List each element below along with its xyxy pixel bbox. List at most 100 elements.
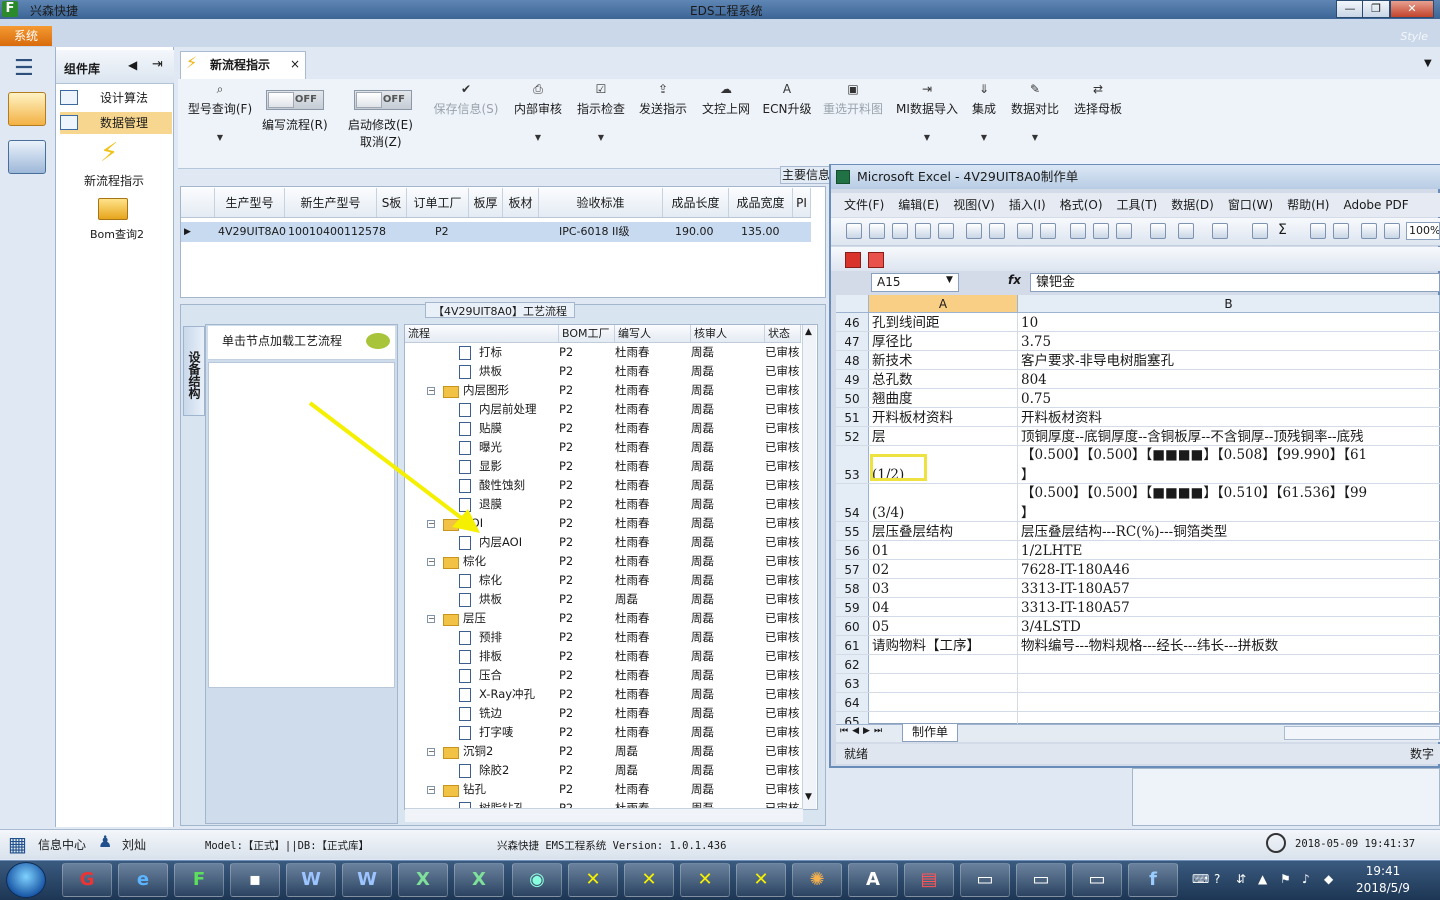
taskbar-excel-icon[interactable]: X: [398, 863, 448, 897]
cell-b[interactable]: 层压叠层结构---RC(%)---铜箔类型: [1018, 522, 1440, 540]
taskbar-excel-doc-icon[interactable]: ✕: [680, 863, 730, 897]
model-query-button[interactable]: ⌕ 型号查询(F) ▼: [184, 82, 256, 152]
format-painter-icon[interactable]: [1150, 223, 1166, 239]
tree-row[interactable]: X-Ray冲孔 P2 杜雨春 周磊 已审核: [405, 685, 801, 704]
cell-a[interactable]: 层: [869, 427, 1018, 445]
close-window-button[interactable]: ✕: [1390, 0, 1434, 18]
integrate-button[interactable]: ⇓ 集成 ▼: [966, 82, 1002, 152]
cell-b[interactable]: 开料板材资料: [1018, 408, 1440, 426]
select-master-button[interactable]: ⇄ 选择母板: [1070, 82, 1126, 152]
tree-col-bom-factory[interactable]: BOM工厂: [559, 325, 615, 342]
sheet-tab[interactable]: 制作单: [902, 724, 958, 742]
save-icon[interactable]: [892, 223, 908, 239]
cell-a[interactable]: 总孔数: [869, 370, 1018, 388]
mi-import-button[interactable]: ⇥ MI数据导入 ▼: [894, 82, 960, 152]
grid-col-header[interactable]: 订单工厂: [407, 188, 469, 217]
reselect-cut-map-button[interactable]: ▣ 重选开料图: [820, 82, 886, 152]
row-number[interactable]: 63: [836, 674, 869, 692]
sheet-nav-icon[interactable]: ⏮◀▶⏭: [840, 726, 886, 736]
pdf-email-icon[interactable]: [868, 252, 884, 268]
windows-grid-icon[interactable]: ▦: [8, 832, 27, 856]
scroll-down-icon[interactable]: ▼: [805, 792, 812, 802]
column-header-a[interactable]: A: [869, 295, 1018, 312]
tree-row[interactable]: − 棕化 P2 杜雨春 周磊 已审核: [405, 552, 801, 571]
cell-a[interactable]: 孔到线间距: [869, 313, 1018, 331]
cell-a[interactable]: (3/4): [869, 484, 1018, 521]
main-info-badge[interactable]: 主要信息: [780, 166, 832, 184]
excel-menu-item[interactable]: 帮助(H): [1280, 193, 1336, 217]
tree-row[interactable]: − 钻孔 P2 杜雨春 周磊 已审核: [405, 780, 801, 799]
excel-menu-item[interactable]: 格式(O): [1053, 193, 1110, 217]
row-number[interactable]: 52: [836, 427, 869, 445]
row-number[interactable]: 60: [836, 617, 869, 635]
tray-app-icon[interactable]: ◆: [1324, 872, 1333, 886]
tree-row[interactable]: 打标 P2 杜雨春 周磊 已审核: [405, 343, 801, 362]
row-number[interactable]: 51: [836, 408, 869, 426]
excel-menu-item[interactable]: 窗口(W): [1221, 193, 1280, 217]
row-number[interactable]: 59: [836, 598, 869, 616]
tray-flag-icon[interactable]: ⚑: [1280, 872, 1291, 886]
bom-query-tool-label[interactable]: Bom查询2: [90, 226, 144, 242]
cell-b[interactable]: 物料编号---物料规格---经长---纬长---拼板数: [1018, 636, 1440, 654]
pin-icon[interactable]: ⇥: [152, 57, 163, 72]
grid-col-header[interactable]: S板: [377, 188, 407, 217]
taskbar-shell-icon[interactable]: ✺: [792, 863, 842, 897]
cell-a[interactable]: 05: [869, 617, 1018, 635]
expand-toggle-icon[interactable]: −: [427, 558, 435, 566]
tree-row[interactable]: 预排 P2 杜雨春 周磊 已审核: [405, 628, 801, 647]
taskbar-pdf-icon[interactable]: ▤: [904, 863, 954, 897]
taskbar-window-icon[interactable]: ▭: [960, 863, 1010, 897]
excel-menu-item[interactable]: Adobe PDF: [1336, 193, 1415, 217]
cell-a[interactable]: 开料板材资料: [869, 408, 1018, 426]
taskbar-window-icon[interactable]: ▭: [1072, 863, 1122, 897]
expand-toggle-icon[interactable]: −: [427, 387, 435, 395]
cell-a[interactable]: [869, 655, 1018, 673]
cell-b[interactable]: 3313-IT-180A57: [1018, 579, 1440, 597]
cell-b[interactable]: 客户要求-非导电树脂塞孔: [1018, 351, 1440, 369]
grid-col-header[interactable]: 成品宽度: [729, 188, 793, 217]
cell-b[interactable]: [1018, 693, 1440, 711]
excel-menu-item[interactable]: 数据(D): [1164, 193, 1221, 217]
row-number[interactable]: 62: [836, 655, 869, 673]
tree-col-status[interactable]: 状态: [765, 325, 801, 342]
row-number[interactable]: 55: [836, 522, 869, 540]
cell-b[interactable]: 3313-IT-180A57: [1018, 598, 1440, 616]
taskbar-floppy-icon[interactable]: ▪: [230, 863, 280, 897]
start-button[interactable]: [6, 862, 46, 898]
chart-icon[interactable]: [1361, 223, 1377, 239]
ecn-upgrade-button[interactable]: A ECN升级: [760, 82, 814, 152]
cell-a[interactable]: 01: [869, 541, 1018, 559]
cell-a[interactable]: 02: [869, 560, 1018, 578]
upload-doc-button[interactable]: ☁ 文控上网: [698, 82, 754, 152]
folder-icon[interactable]: [98, 198, 128, 220]
minimize-button[interactable]: —: [1336, 0, 1364, 18]
sheet-hscroll[interactable]: [1284, 726, 1440, 740]
pdf-icon[interactable]: [915, 223, 931, 239]
tree-row[interactable]: − 层压 P2 杜雨春 周磊 已审核: [405, 609, 801, 628]
zoom-select[interactable]: 100%: [1406, 222, 1440, 240]
column-header-b[interactable]: B: [1018, 295, 1440, 312]
cell-a[interactable]: 新技术: [869, 351, 1018, 369]
equipment-structure-tab[interactable]: 设备结构: [183, 326, 205, 416]
cell-a[interactable]: 04: [869, 598, 1018, 616]
sidebar-item-design-algorithm[interactable]: 设计算法: [60, 87, 172, 109]
pdf-convert-icon[interactable]: [845, 252, 861, 268]
cell-b[interactable]: 顶铜厚度--底铜厚度--含铜板厚--不含铜厚--顶残铜率--底残: [1018, 427, 1440, 445]
expand-toggle-icon[interactable]: −: [427, 748, 435, 756]
lightning-icon[interactable]: ⚡: [100, 138, 118, 168]
cell-b[interactable]: 3.75: [1018, 332, 1440, 350]
table-row[interactable]: ▶ 4V29UIT8A0 10010400112578 P2 IPC-6018 …: [181, 222, 811, 242]
cell-b[interactable]: 0.75: [1018, 389, 1440, 407]
row-number[interactable]: 50: [836, 389, 869, 407]
tree-row[interactable]: 排板 P2 杜雨春 周磊 已审核: [405, 647, 801, 666]
new-file-icon[interactable]: [846, 223, 862, 239]
tree-row[interactable]: 除胶2 P2 周磊 周磊 已审核: [405, 761, 801, 780]
tree-col-author[interactable]: 编写人: [615, 325, 691, 342]
row-number[interactable]: 46: [836, 313, 869, 331]
info-center-link[interactable]: 信息中心: [38, 836, 86, 853]
factory-yx-icon[interactable]: [8, 92, 46, 126]
excel-menu-item[interactable]: 工具(T): [1110, 193, 1165, 217]
row-number[interactable]: 57: [836, 560, 869, 578]
grid-col-header[interactable]: 生产型号: [215, 188, 285, 217]
fx-icon[interactable]: fx: [1008, 273, 1021, 287]
